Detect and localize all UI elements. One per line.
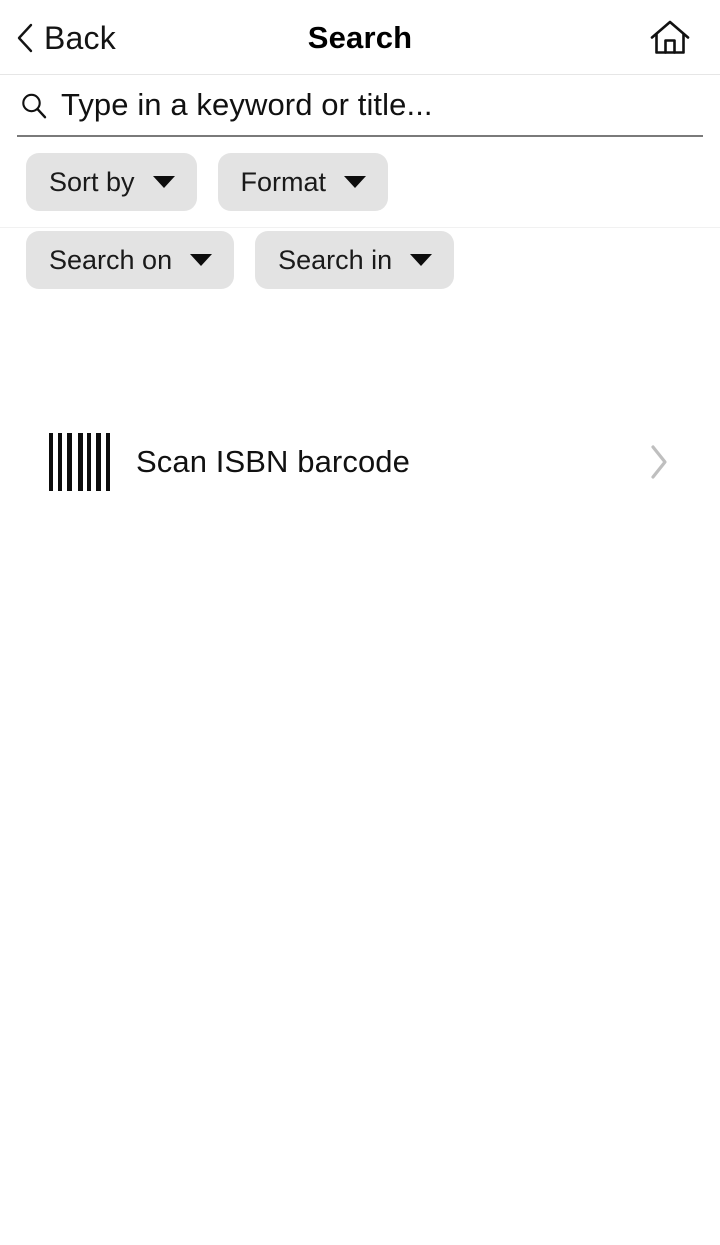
filter-chip-group: Sort by Format Search on Search in <box>0 139 600 289</box>
chevron-down-icon <box>152 176 175 188</box>
filter-chip-label: Sort by <box>49 166 135 197</box>
filter-chip-search-in[interactable]: Search in <box>255 231 455 289</box>
filter-chip-search-on[interactable]: Search on <box>26 231 235 289</box>
back-button-label: Back <box>44 19 116 56</box>
back-button[interactable]: Back <box>8 0 124 75</box>
filter-chip-label: Search in <box>278 244 393 275</box>
chevron-down-icon <box>410 254 433 266</box>
chevron-left-icon <box>17 23 33 52</box>
filter-chip-label: Search on <box>49 244 173 275</box>
search-hairline-divider <box>0 227 720 228</box>
search-icon <box>22 93 47 119</box>
chevron-down-icon <box>344 176 367 188</box>
chevron-down-icon <box>190 254 213 266</box>
scan-isbn-barcode-label: Scan ISBN barcode <box>136 444 410 479</box>
barcode-icon <box>49 433 110 491</box>
filter-chip-label: Format <box>240 166 327 197</box>
scan-isbn-barcode-row[interactable]: Scan ISBN barcode <box>0 422 720 502</box>
filter-chip-format[interactable]: Format <box>217 153 389 211</box>
home-button[interactable] <box>640 0 700 75</box>
search-input[interactable] <box>61 83 703 127</box>
search-field-row <box>17 75 703 137</box>
home-icon <box>650 20 690 54</box>
search-bar <box>0 75 720 228</box>
chevron-right-icon <box>651 445 667 479</box>
app-header: Back Search <box>0 0 720 75</box>
filter-chip-sort-by[interactable]: Sort by <box>26 153 197 211</box>
